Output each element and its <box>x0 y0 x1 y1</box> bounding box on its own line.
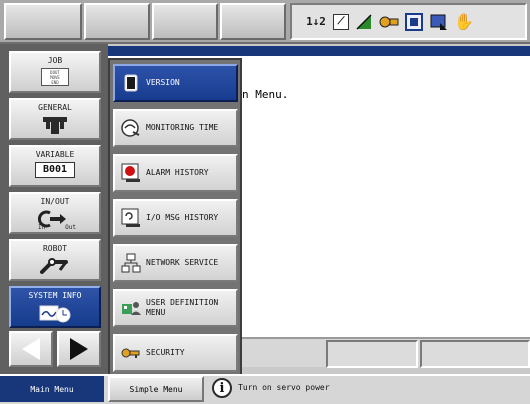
general-icon <box>40 115 70 135</box>
submenu-security[interactable]: SECURITY <box>113 334 238 372</box>
main-menu-button-label: Main Menu <box>30 384 74 394</box>
inout-out-label: Out <box>65 224 76 231</box>
submenu-security-label: SECURITY <box>146 348 185 357</box>
servo-status-icon <box>379 12 399 32</box>
monitoring-time-icon <box>121 118 141 138</box>
info-field-2 <box>420 340 530 368</box>
submenu-monitoring-time-label: MONITORING TIME <box>146 123 219 132</box>
alarm-history-icon <box>121 163 141 183</box>
status-message: Turn on servo power <box>238 383 330 392</box>
toolbar-button-1[interactable] <box>4 3 82 40</box>
submenu-io-msg-history-label: I/O MSG HISTORY <box>146 213 219 222</box>
system-info-icon <box>38 303 72 323</box>
toolbar-button-3[interactable] <box>152 3 218 40</box>
main-menu-general[interactable]: GENERAL <box>9 98 101 140</box>
main-menu-robot[interactable]: ROBOT <box>9 239 101 281</box>
submenu-user-definition-menu-label: USER DEFINITION MENU <box>146 298 219 317</box>
submenu-io-msg-history[interactable]: I/O MSG HISTORY <box>113 199 238 237</box>
simple-menu-button[interactable]: Simple Menu <box>108 376 204 402</box>
submenu-version-label: VERSION <box>146 78 180 87</box>
nav-forward-button[interactable] <box>57 331 101 367</box>
main-menu-job-label: JOB <box>47 56 63 65</box>
main-menu-inout-label: IN/OUT <box>40 197 70 206</box>
job-icon: DOUT MOVE END <box>41 68 69 86</box>
version-icon <box>121 73 141 93</box>
main-menu-robot-label: ROBOT <box>42 244 68 253</box>
nav-back-button[interactable] <box>9 331 53 367</box>
right-arrow-icon <box>70 338 88 360</box>
main-menu-job[interactable]: JOB DOUT MOVE END <box>9 51 101 93</box>
submenu-monitoring-time[interactable]: MONITORING TIME <box>113 109 238 147</box>
user-definition-icon <box>121 298 141 318</box>
submenu-user-definition-menu[interactable]: USER DEFINITION MENU <box>113 289 238 327</box>
variable-icon: B001 <box>35 162 75 178</box>
main-menu-general-label: GENERAL <box>38 103 72 112</box>
main-menu-variable[interactable]: VARIABLE B001 <box>9 145 101 187</box>
main-menu-inout[interactable]: IN/OUT In Out <box>9 192 101 234</box>
submenu-alarm-history[interactable]: ALARM HISTORY <box>113 154 238 192</box>
submenu-alarm-history-label: ALARM HISTORY <box>146 168 209 177</box>
submenu-network-service[interactable]: NETWORK SERVICE <box>113 244 238 282</box>
main-menu-system-info-label: SYSTEM INFO <box>28 291 82 300</box>
cycle-mode-icon: 1↓2 <box>306 15 326 28</box>
main-display-text: n Menu. <box>242 88 289 101</box>
hand-icon: ✋ <box>454 12 474 31</box>
inout-icon: In Out <box>37 209 76 231</box>
io-msg-history-icon <box>121 208 141 228</box>
main-menu-button[interactable]: Main Menu <box>0 376 104 402</box>
toolbar-button-2[interactable] <box>84 3 150 40</box>
toolbar-button-4[interactable] <box>220 3 286 40</box>
status-area: 1↓2 ⟋ ✋ <box>290 3 527 40</box>
info-icon: i <box>212 378 232 398</box>
graph-status-icon <box>354 12 374 32</box>
memory-status-icon <box>404 12 424 32</box>
main-menu-system-info[interactable]: SYSTEM INFO <box>9 286 101 328</box>
job-status-icon: ⟋ <box>333 13 349 30</box>
simple-menu-button-label: Simple Menu <box>129 384 183 394</box>
display-status-icon <box>429 12 449 32</box>
robot-icon <box>38 256 72 276</box>
info-field-1 <box>326 340 418 368</box>
submenu-version[interactable]: VERSION <box>113 64 238 102</box>
security-icon <box>121 343 141 363</box>
left-arrow-icon <box>22 338 40 360</box>
network-service-icon <box>121 253 141 273</box>
main-menu-variable-label: VARIABLE <box>35 150 75 159</box>
submenu-network-service-label: NETWORK SERVICE <box>146 258 219 267</box>
inout-in-label: In <box>38 224 46 231</box>
